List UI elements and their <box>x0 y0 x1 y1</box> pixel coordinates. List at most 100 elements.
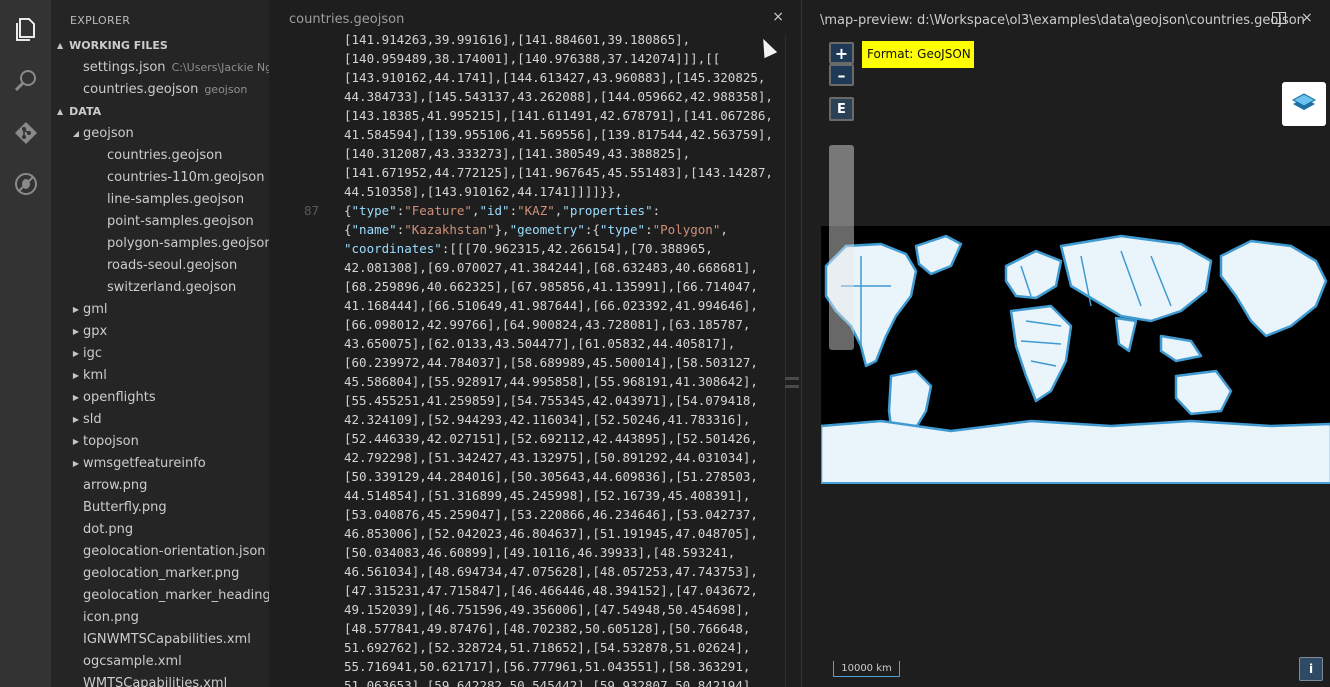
tree-item[interactable]: line-samples.geojson <box>51 189 269 211</box>
zoom-extent-button[interactable]: E <box>829 97 854 121</box>
tree-item[interactable]: ◢geojson <box>51 123 269 145</box>
tree-item[interactable]: ▶kml <box>51 365 269 387</box>
code-line: {"name":"Kazakhstan"},"geometry":{"type"… <box>269 220 800 239</box>
code-line: [140.959489,38.174001],[140.976388,37.14… <box>269 49 800 68</box>
tree-item[interactable]: ▶igc <box>51 343 269 365</box>
working-file-name: settings.json <box>83 57 166 79</box>
code-text: [141.671952,44.772125],[141.967645,45.55… <box>344 163 773 182</box>
tree-item-label: geolocation_marker.png <box>83 563 239 585</box>
code-line: [66.098012,42.99766],[64.900824,43.72808… <box>269 315 800 334</box>
tree-item[interactable]: ▶openflights <box>51 387 269 409</box>
tree-item[interactable]: arrow.png <box>51 475 269 497</box>
tree-item[interactable]: ▶topojson <box>51 431 269 453</box>
tree-item[interactable]: IGNWMTSCapabilities.xml <box>51 629 269 651</box>
chevron-right-icon: ▶ <box>71 387 81 409</box>
code-line: 42.324109],[52.944293,42.116034],[52.502… <box>269 410 800 429</box>
chevron-right-icon: ▶ <box>71 321 81 343</box>
working-files-header[interactable]: ▲ WORKING FILES <box>51 35 269 57</box>
zoom-slider[interactable] <box>829 145 854 350</box>
tree-item-label: geojson <box>83 123 134 145</box>
code-text: [52.446339,42.027151],[52.692112,42.4438… <box>344 429 758 448</box>
file-tree: ◢geojsoncountries.geojsoncountries-110m.… <box>51 123 269 687</box>
code-text: [140.312087,43.333273],[141.380549,43.38… <box>344 144 690 163</box>
tree-item[interactable]: switzerland.geojson <box>51 277 269 299</box>
tree-item-label: kml <box>83 365 107 387</box>
chevron-right-icon: ▶ <box>71 299 81 321</box>
tree-item-label: wmsgetfeatureinfo <box>83 453 206 475</box>
code-text: 41.168444],[66.510649,41.987644],[66.023… <box>344 296 758 315</box>
tree-item-label: roads-seoul.geojson <box>107 255 237 277</box>
code-line: 51.063653],[59.642282,50.545442],[59.932… <box>269 676 800 687</box>
code-line: [53.040876,45.259047],[53.220866,46.2346… <box>269 505 800 524</box>
scrollbar-marker <box>785 377 799 380</box>
format-badge: Format: GeoJSON <box>862 41 974 68</box>
explorer-title: EXPLORER <box>51 0 269 35</box>
tree-item[interactable]: dot.png <box>51 519 269 541</box>
tree-item[interactable]: ▶gml <box>51 299 269 321</box>
tree-item-label: countries.geojson <box>107 145 222 167</box>
code-text: [143.18385,41.995215],[141.611491,42.678… <box>344 106 773 125</box>
tree-item[interactable]: ogcsample.xml <box>51 651 269 673</box>
tree-item[interactable]: point-samples.geojson <box>51 211 269 233</box>
code-line: 44.514854],[51.316899,45.245998],[52.167… <box>269 486 800 505</box>
tree-item[interactable]: countries-110m.geojson <box>51 167 269 189</box>
tree-item-label: geolocation_marker_heading.p... <box>83 585 269 607</box>
line-number: 87 <box>269 201 319 220</box>
chevron-right-icon: ▶ <box>71 343 81 365</box>
tree-item-label: switzerland.geojson <box>107 277 236 299</box>
split-editor-icon[interactable] <box>1272 12 1286 24</box>
layer-switcher-button[interactable] <box>1282 82 1326 126</box>
tree-item-label: topojson <box>83 431 139 453</box>
code-text: 42.792298],[51.342427,43.132975],[50.891… <box>344 448 758 467</box>
tree-item-label: geolocation-orientation.json <box>83 541 266 563</box>
tree-item-label: line-samples.geojson <box>107 189 244 211</box>
working-file-desc: C:\Users\Jackie Ng\... <box>172 57 269 79</box>
tree-item[interactable]: ▶gpx <box>51 321 269 343</box>
data-folder-header[interactable]: ▲ DATA <box>51 101 269 123</box>
layers-icon <box>1290 90 1318 118</box>
code-line: 46.853006],[52.042023,46.804637],[51.191… <box>269 524 800 543</box>
working-file-item[interactable]: settings.json C:\Users\Jackie Ng\... <box>51 57 269 79</box>
code-line: 45.586804],[55.928917,44.995858],[55.968… <box>269 372 800 391</box>
tree-item[interactable]: WMTSCapabilities.xml <box>51 673 269 687</box>
search-icon[interactable] <box>13 68 39 94</box>
zoom-out-button[interactable]: – <box>829 64 854 86</box>
git-icon[interactable] <box>13 120 39 146</box>
close-icon[interactable]: × <box>772 9 784 25</box>
code-line: [55.455251,41.259859],[54.755345,42.0439… <box>269 391 800 410</box>
tree-item[interactable]: icon.png <box>51 607 269 629</box>
tree-item[interactable]: ▶wmsgetfeatureinfo <box>51 453 269 475</box>
activity-bar <box>0 0 51 687</box>
code-line: 55.716941,50.621717],[56.777961,51.04355… <box>269 657 800 676</box>
tree-item-label: Butterfly.png <box>83 497 167 519</box>
code-area[interactable]: [141.914263,39.991616],[141.884601,39.18… <box>269 30 800 687</box>
code-line: [47.315231,47.715847],[46.466446,48.3941… <box>269 581 800 600</box>
editor-tab[interactable]: countries.geojson <box>289 12 404 27</box>
code-text: 43.650075],[62.0133,43.504477],[61.05832… <box>344 334 735 353</box>
tree-item[interactable]: roads-seoul.geojson <box>51 255 269 277</box>
files-icon[interactable] <box>13 17 39 43</box>
editor-scrollbar[interactable] <box>785 35 800 687</box>
zoom-in-button[interactable]: + <box>829 42 854 64</box>
code-line: [52.446339,42.027151],[52.692112,42.4438… <box>269 429 800 448</box>
world-map[interactable] <box>821 226 1330 484</box>
code-line: [143.910162,44.1741],[144.613427,43.9608… <box>269 68 800 87</box>
debug-icon[interactable] <box>13 171 39 197</box>
tree-item[interactable]: Butterfly.png <box>51 497 269 519</box>
map-preview-panel: \map-preview: d:\Workspace\ol3\examples\… <box>801 0 1330 687</box>
code-text: {"type":"Feature","id":"KAZ","properties… <box>344 201 660 220</box>
tree-item[interactable]: geolocation_marker.png <box>51 563 269 585</box>
tree-item-label: countries-110m.geojson <box>107 167 265 189</box>
close-icon[interactable]: × <box>1301 10 1313 26</box>
tree-item[interactable]: ▶sld <box>51 409 269 431</box>
tree-item[interactable]: countries.geojson <box>51 145 269 167</box>
scrollbar-marker <box>785 385 799 388</box>
tree-item[interactable]: polygon-samples.geojson <box>51 233 269 255</box>
tree-item[interactable]: geolocation_marker_heading.p... <box>51 585 269 607</box>
working-file-item[interactable]: countries.geojson geojson <box>51 79 269 101</box>
info-button[interactable]: i <box>1299 657 1323 681</box>
code-text: 44.384733],[145.543137,43.262088],[144.0… <box>344 87 773 106</box>
code-text: 46.853006],[52.042023,46.804637],[51.191… <box>344 524 758 543</box>
code-text: [141.914263,39.991616],[141.884601,39.18… <box>344 30 690 49</box>
tree-item[interactable]: geolocation-orientation.json <box>51 541 269 563</box>
